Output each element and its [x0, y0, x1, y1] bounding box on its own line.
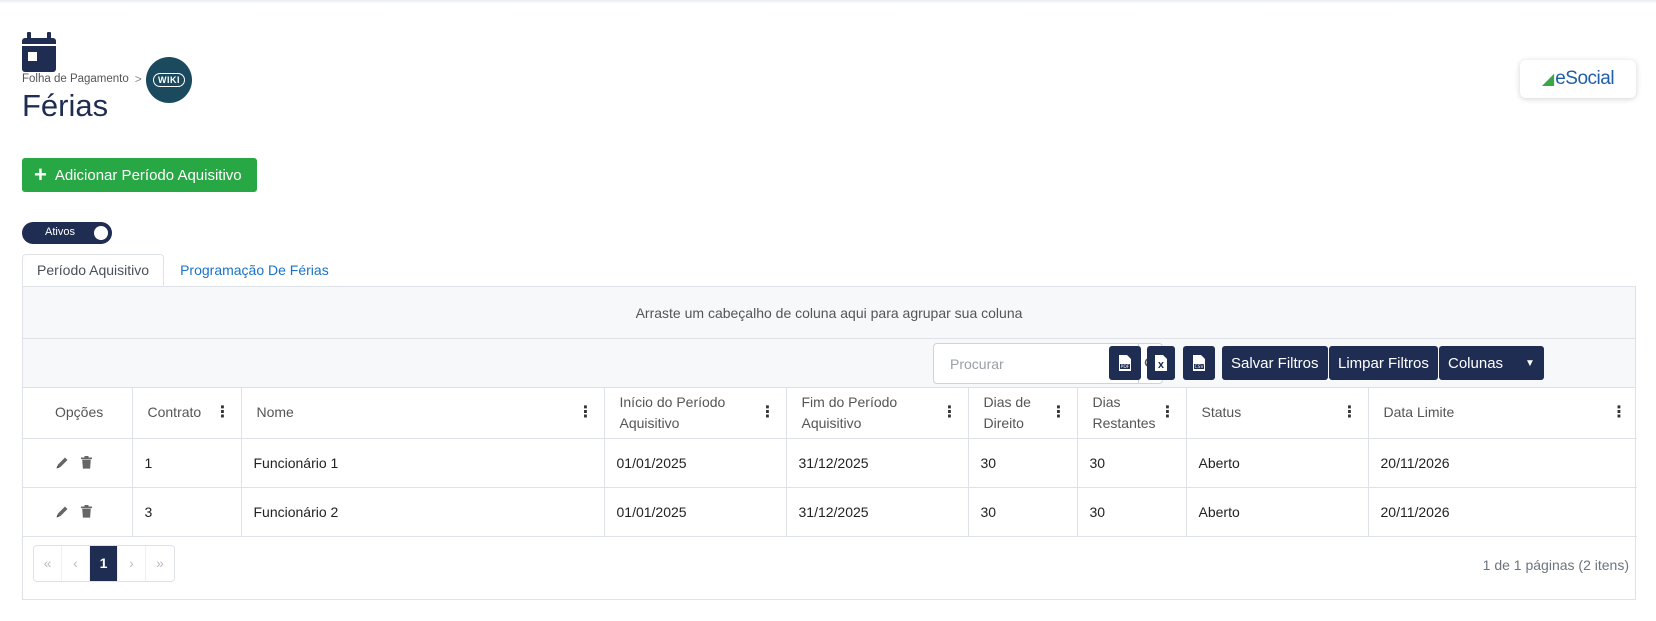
svg-text:X: X	[1158, 361, 1165, 370]
header-row: Opções Contrato ⋮ Nome ⋮ Início do Período…	[23, 388, 1637, 439]
svg-text:PDF: PDF	[1121, 364, 1130, 370]
cell-inicio: 01/01/2025	[604, 487, 787, 537]
group-panel[interactable]: Arraste um cabeçalho de coluna aqui para…	[23, 287, 1635, 339]
column-menu-icon[interactable]: ⋮	[215, 404, 231, 421]
export-csv-button[interactable]: CSV	[1183, 346, 1215, 380]
cell-fim: 31/12/2025	[786, 487, 969, 537]
column-header-nome[interactable]: Nome ⋮	[241, 388, 605, 439]
table-row: 3 Funcionário 2 01/01/2025 31/12/2025 30…	[23, 487, 1637, 537]
grid-table: Opções Contrato ⋮ Nome ⋮ Início do Período…	[23, 388, 1637, 537]
export-pdf-button[interactable]: PDF	[1109, 346, 1141, 380]
pencil-icon[interactable]	[55, 456, 69, 470]
row-options	[23, 487, 133, 537]
current-page-button[interactable]: 1	[90, 545, 118, 581]
active-toggle-label: Ativos	[45, 226, 75, 238]
cell-nome: Funcionário 1	[241, 438, 605, 488]
pagination: « ‹ 1 › »	[33, 544, 175, 582]
esocial-logo-icon: ◢	[1541, 71, 1555, 88]
next-page-button[interactable]: ›	[118, 545, 146, 581]
pencil-icon[interactable]	[55, 505, 69, 519]
column-header-dias-direito[interactable]: Dias de Direito ⋮	[968, 388, 1078, 439]
breadcrumb-item-folha[interactable]: Folha de Pagamento	[22, 73, 129, 85]
tab-programacao-ferias[interactable]: Programação De Férias	[164, 254, 343, 286]
column-header-contrato[interactable]: Contrato ⋮	[132, 388, 242, 439]
page-info: 1 de 1 páginas (2 itens)	[1482, 556, 1629, 573]
cell-contrato: 3	[132, 487, 242, 537]
breadcrumb-separator: >	[134, 72, 142, 86]
column-menu-icon[interactable]: ⋮	[942, 404, 958, 421]
tab-bar: Período Aquisitivo Programação De Férias	[22, 254, 343, 286]
columns-label: Colunas	[1448, 354, 1504, 372]
toggle-knob	[94, 226, 108, 240]
cell-nome: Funcionário 2	[241, 487, 605, 537]
page: Folha de Pagamento > WIKI Férias ◢ eSoci…	[0, 0, 1656, 621]
first-page-button[interactable]: «	[34, 545, 62, 581]
cell-data-limite: 20/11/2026	[1368, 438, 1637, 488]
row-options	[23, 438, 133, 488]
column-menu-icon[interactable]: ⋮	[760, 404, 776, 421]
tab-periodo-aquisitivo[interactable]: Período Aquisitivo	[22, 254, 165, 286]
cell-dias-restantes: 30	[1077, 487, 1187, 537]
prev-page-button[interactable]: ‹	[62, 545, 90, 581]
esocial-button[interactable]: ◢ eSocial	[1520, 60, 1636, 98]
plus-icon: +	[34, 162, 47, 187]
add-period-button[interactable]: + Adicionar Período Aquisitivo	[22, 158, 257, 192]
clear-filters-button[interactable]: Limpar Filtros	[1329, 346, 1438, 380]
column-menu-icon[interactable]: ⋮	[1342, 404, 1358, 421]
csv-icon: CSV	[1193, 355, 1205, 371]
columns-button[interactable]: Colunas ▼	[1439, 346, 1544, 380]
column-menu-icon[interactable]: ⋮	[1611, 404, 1627, 421]
cell-dias-restantes: 30	[1077, 438, 1187, 488]
export-excel-button[interactable]: X	[1147, 346, 1175, 380]
add-period-label: Adicionar Período Aquisitivo	[54, 166, 242, 184]
svg-text:CSV: CSV	[1194, 364, 1204, 370]
caret-down-icon: ▼	[1525, 357, 1535, 369]
cell-dias-direito: 30	[968, 487, 1078, 537]
esocial-label: eSocial	[1555, 68, 1615, 89]
breadcrumb: Folha de Pagamento >	[22, 72, 142, 86]
cell-status: Aberto	[1186, 487, 1369, 537]
column-menu-icon[interactable]: ⋮	[1160, 404, 1176, 421]
page-title: Férias	[22, 88, 109, 123]
wiki-label: WIKI	[153, 73, 185, 87]
cell-contrato: 1	[132, 438, 242, 488]
cell-inicio: 01/01/2025	[604, 438, 787, 488]
column-header-opcoes: Opções	[23, 388, 133, 439]
calendar-icon	[22, 32, 56, 72]
column-header-dias-restantes[interactable]: Dias Restantes ⋮	[1077, 388, 1187, 439]
excel-icon: X	[1155, 355, 1167, 371]
column-header-inicio[interactable]: Início do Período Aquisitivo ⋮	[604, 388, 787, 439]
cell-fim: 31/12/2025	[786, 438, 969, 488]
trash-icon[interactable]	[81, 456, 92, 469]
cell-dias-direito: 30	[968, 438, 1078, 488]
grid-footer: « ‹ 1 › » 1 de 1 páginas (2 itens)	[23, 537, 1635, 597]
column-menu-icon[interactable]: ⋮	[1051, 404, 1067, 421]
save-filters-button[interactable]: Salvar Filtros	[1222, 346, 1328, 380]
active-toggle[interactable]: Ativos	[22, 222, 112, 244]
grid-toolbar: PDF X CSV Salvar Filtros Limpar Filtros …	[23, 339, 1635, 388]
column-menu-icon[interactable]: ⋮	[578, 404, 594, 421]
trash-icon[interactable]	[81, 505, 92, 518]
data-grid: Arraste um cabeçalho de coluna aqui para…	[22, 286, 1637, 600]
wiki-button[interactable]: WIKI	[146, 57, 192, 103]
column-header-fim[interactable]: Fim do Período Aquisitivo ⋮	[786, 388, 969, 439]
top-shadow	[0, 0, 1656, 4]
table-row: 1 Funcionário 1 01/01/2025 31/12/2025 30…	[23, 438, 1637, 488]
column-header-status[interactable]: Status ⋮	[1186, 388, 1369, 439]
pdf-icon: PDF	[1119, 355, 1131, 371]
column-header-data-limite[interactable]: Data Limite ⋮	[1368, 388, 1637, 439]
cell-data-limite: 20/11/2026	[1368, 487, 1637, 537]
cell-status: Aberto	[1186, 438, 1369, 488]
last-page-button[interactable]: »	[146, 546, 174, 581]
search-input[interactable]	[934, 344, 1134, 383]
